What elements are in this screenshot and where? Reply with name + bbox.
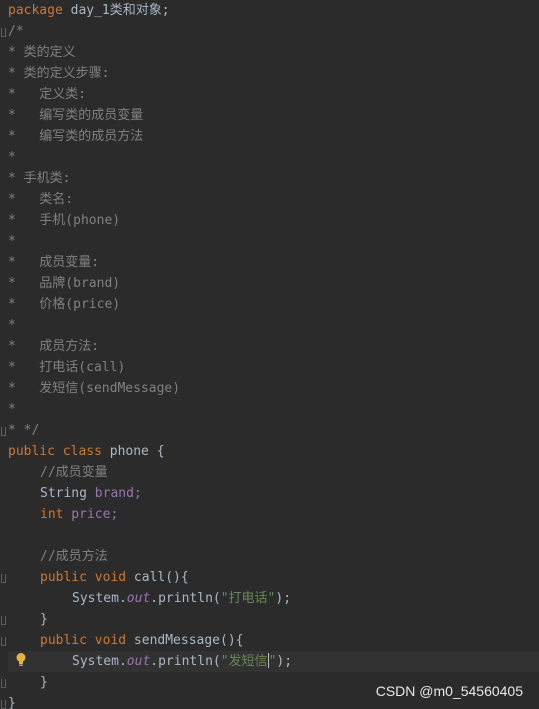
package-name: day_1类和对象; [62,3,170,18]
code-line[interactable]: public class phone { [8,441,539,462]
comment-line[interactable]: * 类名: [8,189,539,210]
fold-marker-icon[interactable] [1,427,6,436]
comment-line[interactable]: * 编写类的成员变量 [8,105,539,126]
comment-line[interactable]: * 成员变量: [8,252,539,273]
field-type: String [40,486,87,501]
code-line[interactable]: System.out.println("打电话"); [8,588,539,609]
close-brace: } [40,612,48,627]
method-signature: call(){ [126,570,189,585]
code-line[interactable]: String brand; [8,483,539,504]
lightbulb-icon[interactable] [16,652,26,668]
field-name: price; [63,507,119,522]
code-line[interactable]: public void sendMessage(){ [8,630,539,651]
comment-line[interactable]: * [8,147,539,168]
out-field: out [126,591,151,606]
comment-line[interactable]: * 成员方法: [8,336,539,357]
string-literal: "发短信 [220,654,268,669]
code-line[interactable]: } [8,609,539,630]
member-method-comment: //成员方法 [40,549,108,564]
println-call: .println( [150,654,221,669]
out-field: out [126,654,151,669]
code-line[interactable]: package day_1类和对象; [8,0,539,21]
method-keyword: public void [40,633,127,648]
gutter [0,0,8,709]
fold-marker-icon[interactable] [1,679,6,688]
code-line[interactable]: //成员方法 [8,546,539,567]
comment-line[interactable]: * [8,399,539,420]
class-name: phone { [101,444,165,459]
close-brace: } [40,675,48,690]
watermark: CSDN @m0_54560405 [375,683,523,699]
string-literal: "打电话" [220,591,276,606]
class-keyword: public class [8,444,102,459]
field-name: brand; [86,486,142,501]
member-var-comment: //成员变量 [40,465,108,480]
comment-line[interactable]: * 发短信(sendMessage) [8,378,539,399]
code-line[interactable]: int price; [8,504,539,525]
comment-line[interactable]: * 品牌(brand) [8,273,539,294]
comment-line[interactable]: * 定义类: [8,84,539,105]
code-line[interactable] [8,525,539,546]
fold-marker-icon[interactable] [1,28,6,37]
comment-line[interactable]: * 打电话(call) [8,357,539,378]
comment-line[interactable]: * [8,231,539,252]
package-keyword: package [8,3,63,18]
close-brace: } [8,696,16,709]
comment-line[interactable]: /* [8,21,539,42]
statement-end: ); [276,654,293,669]
fold-marker-icon[interactable] [1,700,6,709]
fold-marker-icon[interactable] [1,616,6,625]
system-ref: System. [72,591,127,606]
code-line[interactable]: public void call(){ [8,567,539,588]
method-keyword: public void [40,570,127,585]
comment-line[interactable]: * [8,315,539,336]
fold-marker-icon[interactable] [1,574,6,583]
comment-line[interactable]: * */ [8,420,539,441]
comment-line[interactable]: * 类的定义步骤: [8,63,539,84]
comment-line[interactable]: * 编写类的成员方法 [8,126,539,147]
code-editor[interactable]: package day_1类和对象; /* * 类的定义 * 类的定义步骤: *… [0,0,539,709]
code-line[interactable]: //成员变量 [8,462,539,483]
comment-line[interactable]: * 手机类: [8,168,539,189]
comment-line[interactable]: * 手机(phone) [8,210,539,231]
method-signature: sendMessage(){ [126,633,244,648]
field-type: int [40,507,64,522]
statement-end: ); [275,591,292,606]
comment-line[interactable]: * 类的定义 [8,42,539,63]
fold-marker-icon[interactable] [1,637,6,646]
comment-line[interactable]: * 价格(price) [8,294,539,315]
current-code-line[interactable]: System.out.println("发短信"); [8,651,539,672]
println-call: .println( [150,591,221,606]
